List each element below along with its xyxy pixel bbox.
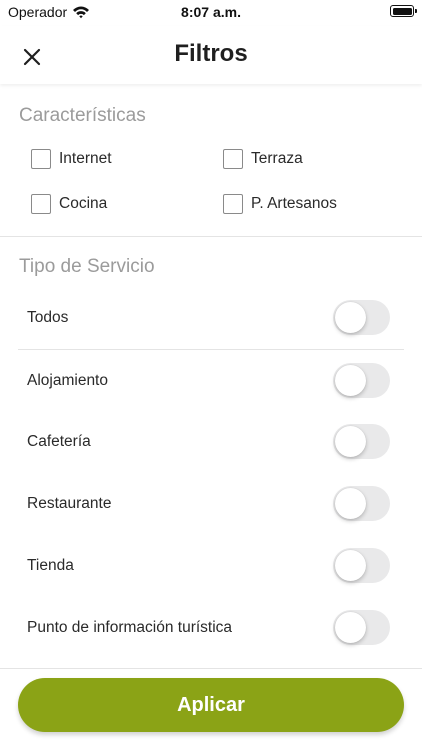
- toggle-knob: [335, 302, 366, 333]
- section-divider: [0, 236, 422, 237]
- service-label-todos: Todos: [27, 309, 69, 326]
- page-title: Filtros: [174, 40, 248, 67]
- checkbox-box[interactable]: [223, 194, 243, 214]
- toggle-todos[interactable]: [333, 300, 390, 335]
- status-time: 8:07 a.m.: [181, 4, 241, 20]
- toggle-alojamiento[interactable]: [333, 363, 390, 398]
- toggle-restaurante[interactable]: [333, 486, 390, 521]
- header: Filtros: [0, 26, 422, 84]
- apply-button[interactable]: Aplicar: [18, 678, 404, 732]
- checkbox-box[interactable]: [31, 149, 51, 169]
- checkbox-box[interactable]: [31, 194, 51, 214]
- checkbox-box[interactable]: [223, 149, 243, 169]
- toggle-knob: [335, 612, 366, 643]
- toggle-cafeteria[interactable]: [333, 424, 390, 459]
- service-label-restaurante: Restaurante: [27, 495, 112, 512]
- checkbox-label: P. Artesanos: [251, 195, 337, 212]
- toggle-knob: [335, 488, 366, 519]
- service-label-punto-informacion: Punto de información turística: [27, 619, 233, 636]
- status-bar: Operador 8:07 a.m.: [0, 0, 422, 26]
- section-title-characteristics: Características: [19, 105, 146, 126]
- section-title-service-type: Tipo de Servicio: [19, 256, 155, 277]
- toggle-knob: [335, 426, 366, 457]
- toggle-knob: [335, 550, 366, 581]
- row-divider: [18, 349, 404, 350]
- toggle-punto-informacion[interactable]: [333, 610, 390, 645]
- footer-divider: [0, 668, 422, 669]
- service-label-cafeteria: Cafetería: [27, 433, 91, 450]
- service-label-tienda: Tienda: [27, 557, 74, 574]
- checkbox-label: Cocina: [59, 195, 108, 212]
- battery-icon: [390, 5, 417, 17]
- checkbox-label: Terraza: [251, 150, 303, 167]
- toggle-tienda[interactable]: [333, 548, 390, 583]
- service-label-alojamiento: Alojamiento: [27, 372, 108, 389]
- checkbox-label: Internet: [59, 150, 112, 167]
- toggle-knob: [335, 365, 366, 396]
